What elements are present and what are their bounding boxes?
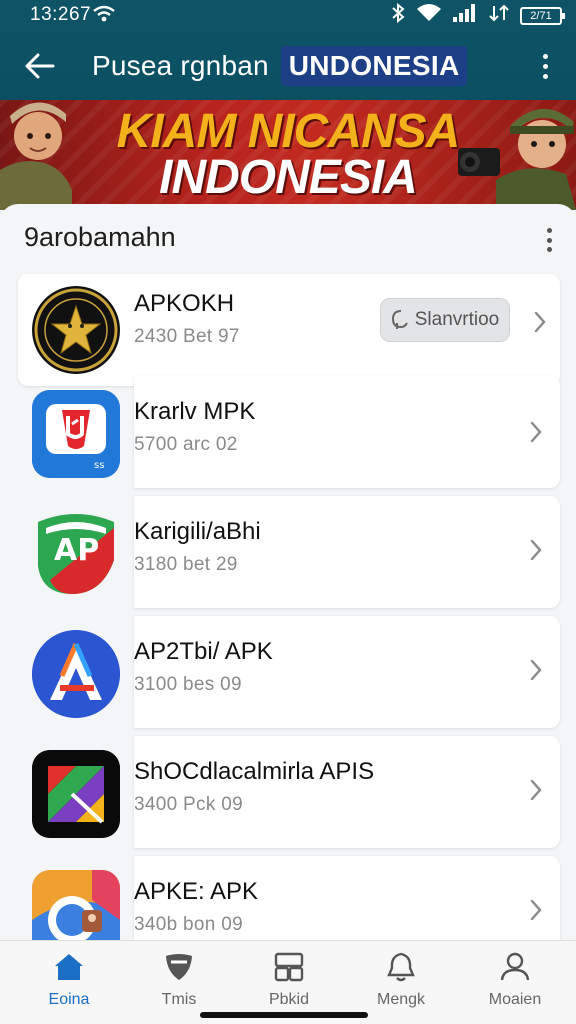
bell-icon	[385, 951, 417, 983]
soldier-right-illustration	[458, 108, 576, 210]
app-name: Karigili/aBhi	[134, 518, 261, 545]
chevron-right-icon	[526, 536, 546, 564]
app-name: APKOKH	[134, 290, 235, 317]
svg-text:AP: AP	[54, 533, 99, 568]
blue-a-logo-icon	[32, 630, 120, 718]
chevron-right-icon	[526, 776, 546, 804]
page-title: Pusea rgnban	[92, 50, 269, 81]
list-item[interactable]	[134, 616, 560, 728]
app-name: ShOCdlacalmirla APIS	[134, 758, 375, 785]
dot	[546, 228, 552, 233]
dot	[546, 237, 552, 243]
nav-pbkid[interactable]: Pbkid	[244, 951, 334, 1015]
wifi-icon	[416, 3, 442, 29]
wifi-status-icon	[92, 4, 116, 30]
dot	[542, 63, 548, 69]
red-shield-logo-icon: ss	[32, 390, 120, 478]
nav-label: Moaien	[488, 991, 542, 1008]
top-app-header: 13:267 2/71 Pusea rgnban UNDONESIA	[0, 0, 576, 104]
app-meta: 3100 bes 09	[134, 674, 242, 695]
nav-label: Eoina	[48, 991, 90, 1008]
signal-icon	[452, 3, 478, 29]
grid-icon	[273, 951, 305, 983]
chevron-right-icon	[526, 418, 546, 446]
install-button[interactable]: Slanvrtioo	[380, 298, 510, 342]
section-title: 9arobamahn	[24, 222, 176, 252]
chevron-right-icon	[526, 896, 546, 924]
nav-label: Mengk	[376, 991, 426, 1008]
back-button[interactable]	[20, 46, 60, 86]
dot	[542, 73, 548, 79]
app-meta: 5700 arc 02	[134, 434, 238, 455]
svg-text:ss: ss	[94, 460, 104, 471]
app-meta: 2430 Bet 97	[134, 326, 240, 347]
profile-icon	[499, 951, 531, 983]
data-icon	[488, 3, 510, 29]
back-arrow-icon	[25, 53, 55, 79]
nav-tmis[interactable]: Tmis	[134, 951, 224, 1015]
content-panel: 9arobamahn APKOKH 2430 Bet 97 Slanvrtioo…	[0, 204, 576, 968]
status-icons: 2/71	[390, 2, 565, 29]
star-emblem-icon	[32, 286, 120, 374]
battery-indicator: 2/71	[520, 7, 565, 25]
list-item[interactable]	[134, 736, 560, 848]
nav-moaien[interactable]: Moaien	[470, 951, 560, 1015]
bluetooth-icon	[390, 2, 406, 29]
app-name: AP2Tbi/ APK	[134, 638, 273, 665]
list-item[interactable]	[134, 376, 560, 488]
status-time: 13:267	[30, 4, 92, 25]
nav-label: Pbkid	[268, 991, 310, 1008]
chevron-right-icon	[530, 308, 550, 336]
install-button-label: Slanvrtioo	[414, 309, 500, 330]
app-name: APKE: APK	[134, 878, 259, 905]
app-meta: 340b bon 09	[134, 914, 243, 935]
title-badge: UNDONESIA	[280, 46, 468, 86]
dot	[546, 247, 552, 252]
nav-label: Tmis	[161, 991, 197, 1008]
multicolor-k-logo-icon	[32, 750, 120, 838]
list-item[interactable]	[134, 496, 560, 608]
app-meta: 3180 bet 29	[134, 554, 238, 575]
shield-icon	[163, 951, 195, 983]
dot	[542, 53, 548, 59]
promo-banner[interactable]: KIAM NICANSA INDONESIA	[0, 100, 576, 210]
home-icon	[53, 951, 85, 983]
app-bar-title: Pusea rgnban UNDONESIA	[92, 46, 468, 86]
app-bar: Pusea rgnban UNDONESIA	[0, 32, 576, 100]
section-more-button[interactable]	[544, 226, 554, 254]
home-indicator[interactable]	[200, 1012, 368, 1018]
app-meta: 3400 Pck 09	[134, 794, 243, 815]
chevron-right-icon	[526, 656, 546, 684]
more-options-button[interactable]	[530, 48, 560, 84]
nav-home[interactable]: Eoina	[24, 951, 114, 1015]
app-name: Krarlv MPK	[134, 398, 256, 425]
green-flag-logo-icon: AP	[32, 510, 120, 598]
nav-mengk[interactable]: Mengk	[356, 951, 446, 1015]
install-icon	[391, 310, 408, 329]
status-bar: 13:267 2/71	[0, 0, 576, 30]
